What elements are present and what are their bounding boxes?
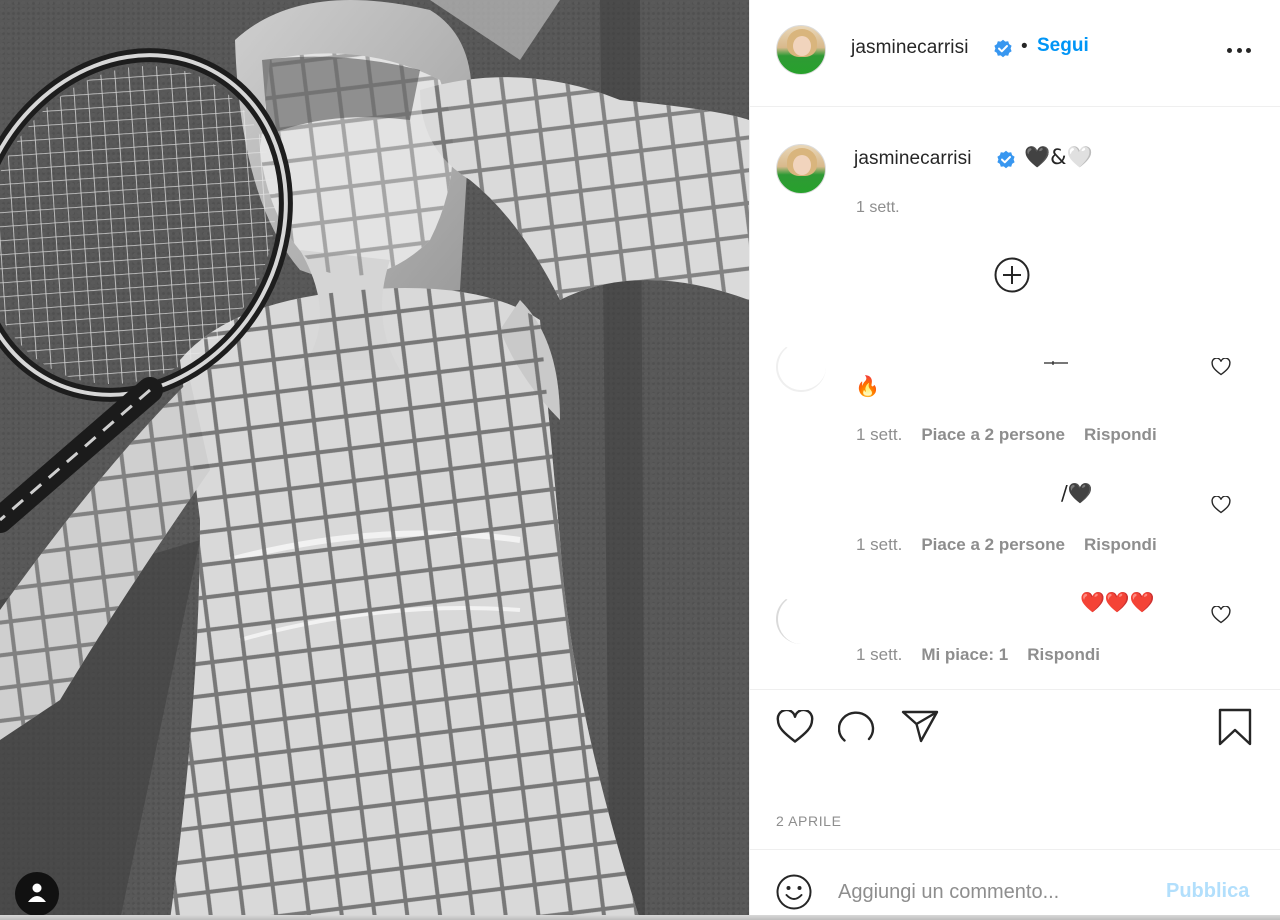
user-tag-icon [26, 881, 48, 908]
comment-reply-button[interactable]: Rispondi [1084, 425, 1157, 445]
comment-input[interactable] [838, 874, 1138, 910]
author-username[interactable]: jasminecarrisi [851, 37, 969, 59]
comment-username-fragment [1044, 361, 1068, 365]
heart-icon[interactable] [1211, 357, 1231, 376]
paper-plane-icon[interactable] [901, 709, 939, 748]
smiley-icon[interactable] [776, 874, 812, 915]
comment-text: /🖤 [1061, 481, 1093, 505]
heart-icon[interactable] [1211, 605, 1231, 624]
comment-meta: 1 sett. Piace a 2 persone Rispondi [856, 535, 1157, 555]
window-bottom-edge [0, 915, 1280, 920]
bookmark-icon[interactable] [1218, 708, 1252, 751]
post-header: jasminecarrisi • Segui [750, 0, 1280, 107]
publish-button[interactable]: Pubblica [1166, 880, 1249, 903]
post-date[interactable]: 2 APRILE [776, 813, 842, 829]
verified-badge-icon [993, 39, 1013, 59]
load-more-comments-button[interactable] [994, 257, 1030, 293]
caption-text: 🖤&🤍 [1024, 145, 1093, 169]
heart-icon[interactable] [776, 708, 814, 749]
comment-timestamp[interactable]: 1 sett. [856, 425, 902, 445]
author-avatar[interactable] [776, 25, 826, 75]
comment-reply-button[interactable]: Rispondi [1084, 535, 1157, 555]
comment-avatar[interactable] [776, 342, 826, 392]
comment-avatar[interactable] [776, 594, 826, 644]
comment-timestamp[interactable]: 1 sett. [856, 645, 902, 665]
comment-text: 🔥 [855, 376, 880, 398]
comment-meta: 1 sett. Mi piace: 1 Rispondi [856, 645, 1100, 665]
user-tag-button[interactable] [15, 872, 59, 916]
comment-meta: 1 sett. Piace a 2 persone Rispondi [856, 425, 1157, 445]
more-options-icon[interactable] [1227, 48, 1251, 58]
comment-bubble-icon[interactable] [837, 710, 876, 751]
verified-badge-icon [996, 150, 1016, 170]
photo-scene [0, 0, 749, 920]
comment-likes-count[interactable]: Piace a 2 persone [921, 425, 1065, 445]
post-photo[interactable] [0, 0, 749, 920]
comment-timestamp[interactable]: 1 sett. [856, 535, 902, 555]
heart-icon[interactable] [1211, 495, 1231, 514]
comment-likes-count[interactable]: Mi piace: 1 [921, 645, 1008, 665]
plus-circle-icon [994, 257, 1030, 297]
separator-dot: • [1021, 36, 1028, 57]
comment-text: ❤️❤️❤️ [1080, 592, 1155, 614]
caption-timestamp[interactable]: 1 sett. [856, 199, 900, 217]
add-comment-bar: Pubblica [750, 849, 1280, 920]
comment-likes-count[interactable]: Piace a 2 persone [921, 535, 1065, 555]
post-sidebar: jasminecarrisi • Segui jasminecarrisi 🖤&… [749, 0, 1280, 920]
caption-author-avatar[interactable] [776, 144, 826, 194]
follow-button[interactable]: Segui [1037, 35, 1089, 57]
caption-author-username[interactable]: jasminecarrisi [854, 148, 972, 170]
comment-reply-button[interactable]: Rispondi [1027, 645, 1100, 665]
post-actions: 2 APRILE [750, 689, 1280, 849]
